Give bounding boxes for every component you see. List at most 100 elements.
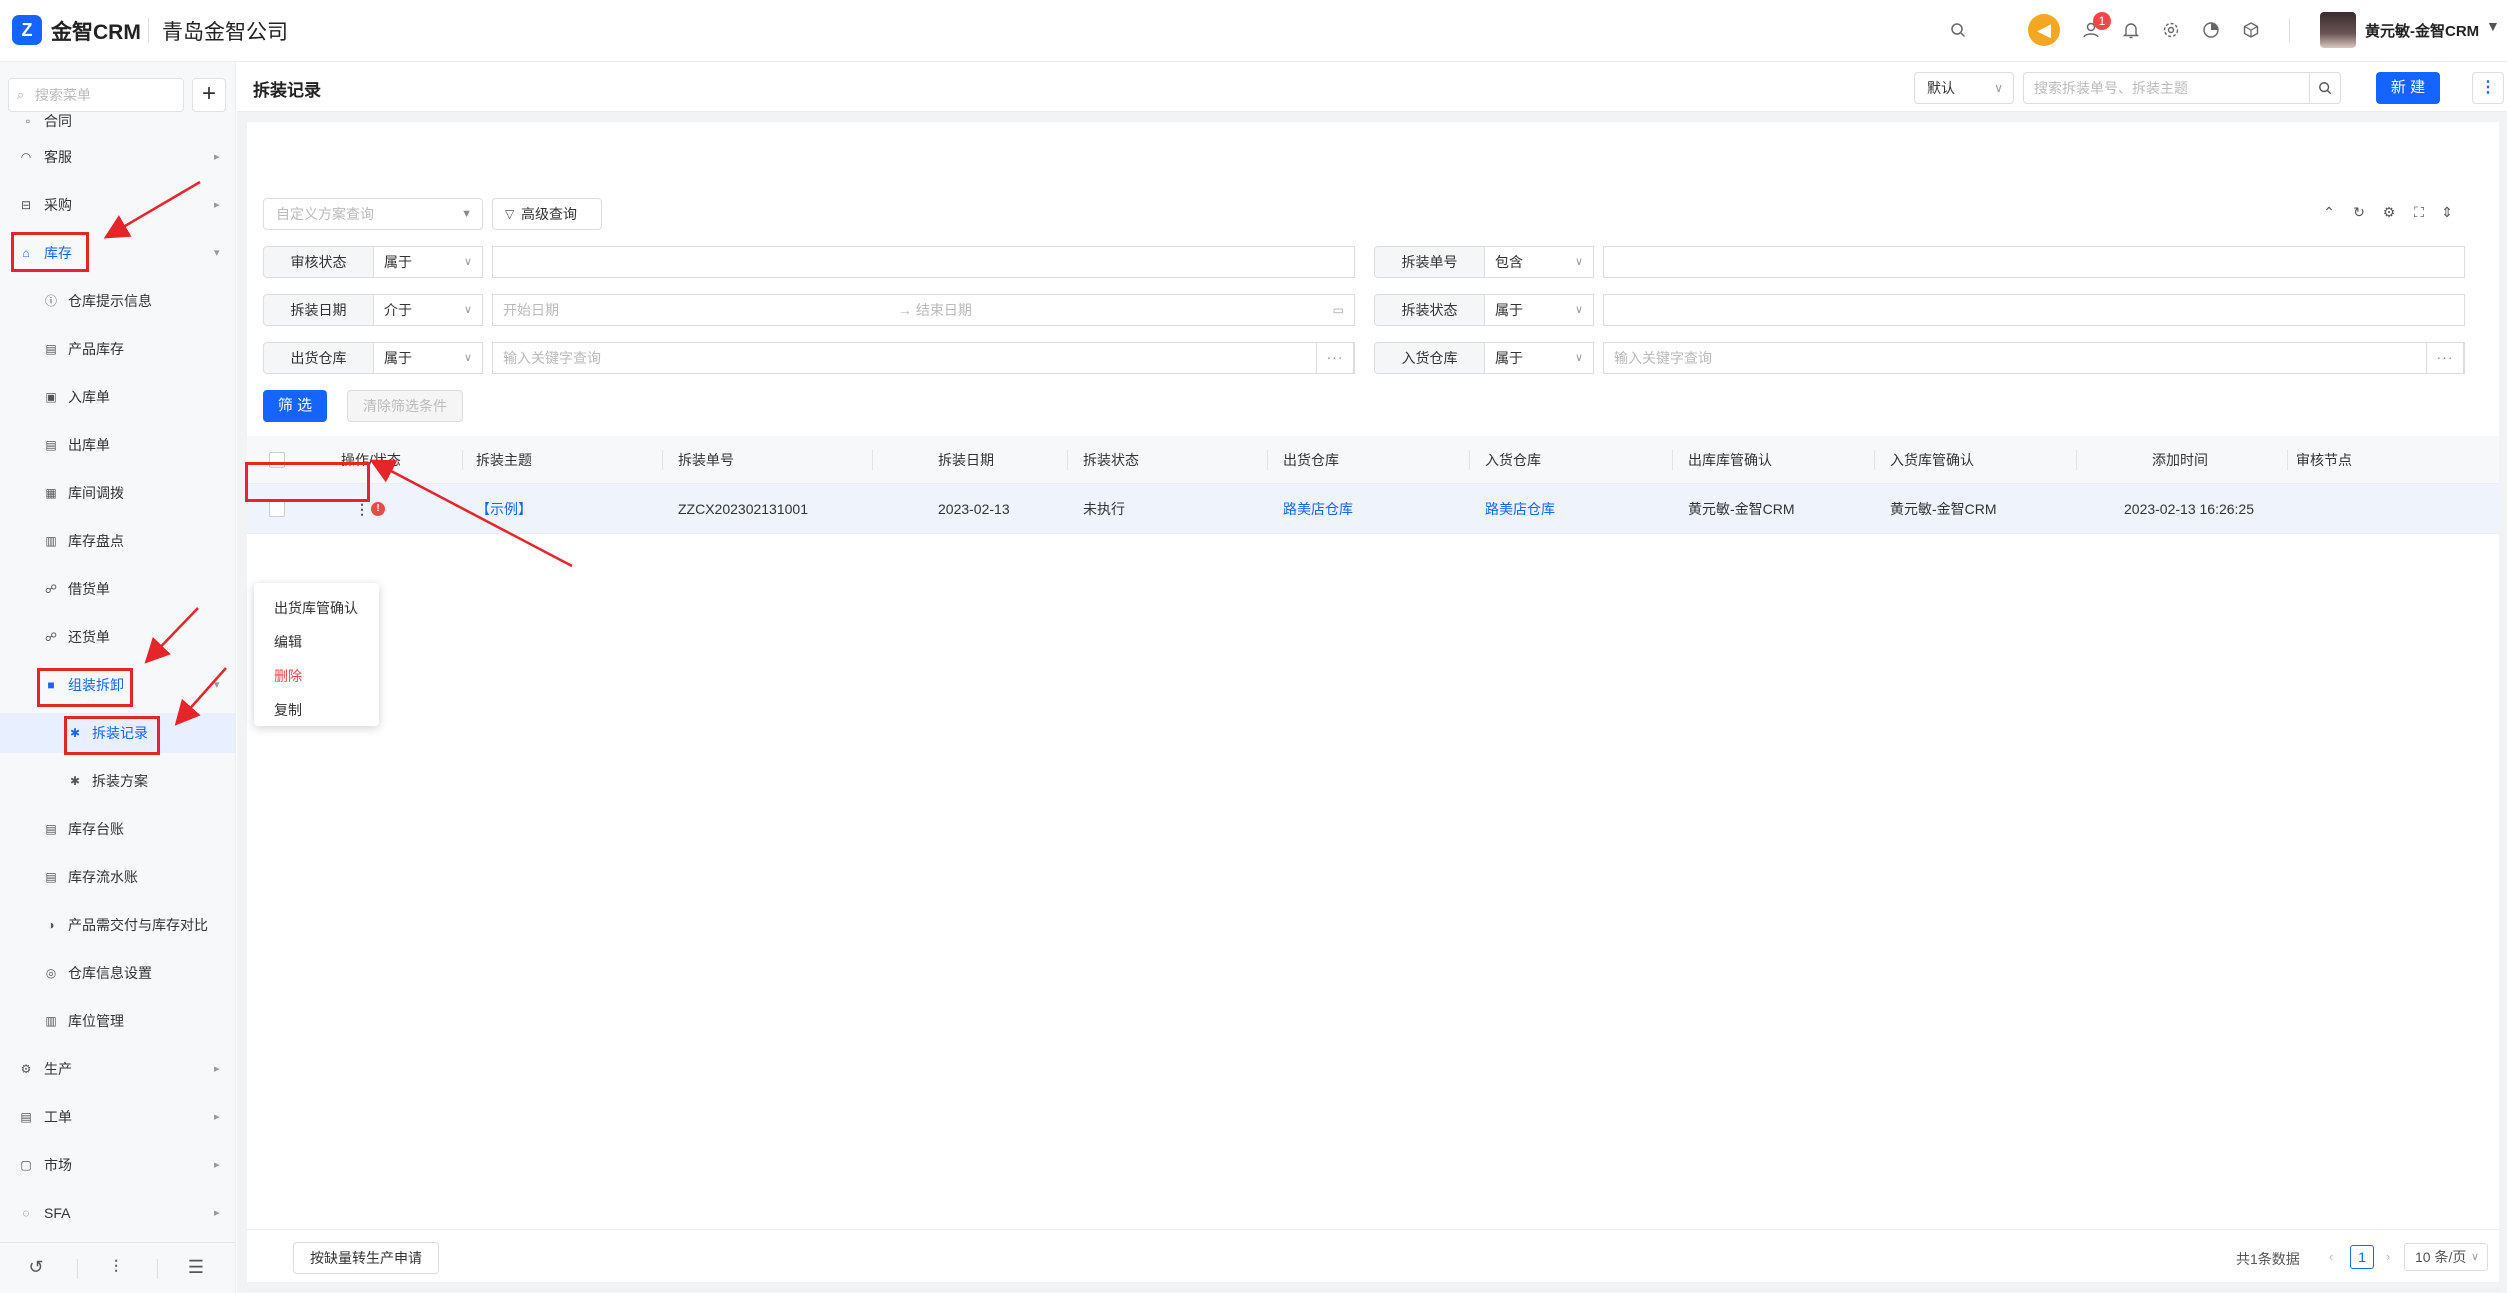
filter-value-audit-status[interactable]	[492, 246, 1355, 278]
scheme-select[interactable]: 自定义方案查询 ▼	[263, 198, 483, 230]
filter-op-date[interactable]: 介于 ∨	[373, 294, 483, 326]
pie-chart-icon[interactable]	[2197, 16, 2225, 44]
sidebar-item-label: 客服	[44, 149, 72, 165]
search-icon[interactable]	[1944, 16, 1972, 44]
sidebar-item-service[interactable]: ◠ 客服 ▸	[0, 137, 235, 177]
menu-item-copy[interactable]: 复制	[254, 693, 379, 727]
sidebar-item-warehouse-settings[interactable]: ◎ 仓库信息设置	[0, 953, 235, 993]
sidebar-item-market[interactable]: ▢ 市场 ▸	[0, 1145, 235, 1185]
sidebar-item-delivery-compare[interactable]: ◑ 产品需交付与库存对比	[0, 905, 235, 945]
collapse-up-icon[interactable]: ⌃	[2319, 204, 2339, 221]
filter-op-in-warehouse[interactable]: 属于 ∨	[1484, 342, 1594, 374]
sidebar-item-assembly[interactable]: ■ 组装拆卸 ▾	[0, 665, 235, 705]
menu-item-out-confirm[interactable]: 出货库管确认	[254, 591, 379, 625]
filter-value-number[interactable]	[1603, 246, 2465, 278]
cell-subject[interactable]: 【示例】	[476, 484, 532, 534]
sidebar-item-outbound[interactable]: ▤ 出库单	[0, 425, 235, 465]
col-status[interactable]: 拆装状态	[1083, 436, 1139, 484]
new-button[interactable]: 新 建	[2376, 72, 2440, 104]
col-number[interactable]: 拆装单号	[678, 436, 734, 484]
sidebar-item-stocktake[interactable]: ▥ 库存盘点	[0, 521, 235, 561]
sidebar-item-stock-journal[interactable]: ▤ 库存流水账	[0, 857, 235, 897]
date-range-picker[interactable]: 开始日期 → 结束日期 ▭	[492, 294, 1355, 326]
select-all-checkbox[interactable]	[269, 452, 285, 468]
bell-icon[interactable]	[2117, 16, 2145, 44]
menu-collapse-icon[interactable]: ☰	[184, 1257, 208, 1278]
search-icon[interactable]	[2309, 72, 2341, 104]
sidebar-item-inbound[interactable]: ▣ 入库单	[0, 377, 235, 417]
filter-value-in-warehouse[interactable]: 输入关键字查询 ···	[1603, 342, 2465, 374]
user-name[interactable]: 黄元敏-金智CRM	[2365, 20, 2479, 41]
page-number[interactable]: 1	[2350, 1245, 2374, 1269]
filter-op-number[interactable]: 包含 ∨	[1484, 246, 1594, 278]
chevron-down-icon[interactable]: ▼	[2486, 18, 2500, 34]
sliders-icon[interactable]: ⫶	[104, 1257, 128, 1278]
sidebar-item-production[interactable]: ⚙ 生产 ▸	[0, 1049, 235, 1089]
sidebar-item-borrow[interactable]: ☍ 借货单	[0, 569, 235, 609]
filter-op-out-warehouse[interactable]: 属于 ∨	[373, 342, 483, 374]
sidebar-item-location-management[interactable]: ▥ 库位管理	[0, 1001, 235, 1041]
col-in-warehouse[interactable]: 入货仓库	[1485, 436, 1541, 484]
col-in-confirm[interactable]: 入货库管确认	[1890, 436, 1974, 484]
page-size-value: 10 条/页	[2415, 1249, 2467, 1265]
col-date[interactable]: 拆装日期	[938, 436, 994, 484]
page-titlebar: 拆装记录 默认 ∨ 搜索拆装单号、拆装主题 新 建 ⋮	[237, 62, 2507, 112]
filter-value-out-warehouse[interactable]: 输入关键字查询 ···	[492, 342, 1355, 374]
sidebar-item-purchase[interactable]: ⊟ 采购 ▸	[0, 185, 235, 225]
fullscreen-icon[interactable]: ⛶	[2409, 204, 2429, 221]
add-menu-button[interactable]: +	[192, 78, 226, 112]
col-added-time[interactable]: 添加时间	[2152, 436, 2208, 484]
sidebar-item-label: 工单	[44, 1109, 72, 1125]
sidebar-item-return[interactable]: ☍ 还货单	[0, 617, 235, 657]
sidebar-item-stock-ledger[interactable]: ▤ 库存台账	[0, 809, 235, 849]
view-select[interactable]: 默认 ∨	[1914, 72, 2014, 104]
sidebar-item-label: 库存台账	[68, 821, 124, 837]
row-actions-icon[interactable]: ⋮	[355, 484, 369, 534]
row-checkbox[interactable]	[269, 501, 285, 517]
prev-page-icon[interactable]: ‹	[2329, 1249, 2333, 1264]
column-height-icon[interactable]: ⇕	[2437, 204, 2457, 221]
menu-search-input[interactable]: ⌕ 搜索菜单	[8, 78, 184, 112]
sidebar-item-sfa[interactable]: ◌ SFA ▸	[0, 1193, 235, 1233]
record-search-input[interactable]: 搜索拆装单号、拆装主题	[2023, 72, 2309, 104]
menu-item-delete[interactable]: 删除	[254, 659, 379, 693]
col-subject[interactable]: 拆装主题	[476, 436, 532, 484]
sidebar-item-disassembly-records[interactable]: ✱ 拆装记录	[0, 713, 235, 753]
sidebar-item-inventory[interactable]: ⌂ 库存 ▾	[0, 233, 235, 273]
sidebar-item-product-stock[interactable]: ▤ 产品库存	[0, 329, 235, 369]
col-out-warehouse[interactable]: 出货仓库	[1283, 436, 1339, 484]
app-logo[interactable]: Z	[12, 15, 42, 45]
document-icon: ▤	[20, 1110, 32, 1124]
batch-convert-button[interactable]: 按缺量转生产申请	[293, 1242, 439, 1274]
filter-op-audit-status[interactable]: 属于 ∨	[373, 246, 483, 278]
filter-value-disassembly-status[interactable]	[1603, 294, 2465, 326]
avatar[interactable]	[2320, 12, 2356, 48]
sidebar-item-transfer[interactable]: ▦ 库间调拨	[0, 473, 235, 513]
refresh-icon[interactable]: ↻	[2349, 204, 2369, 221]
gear-icon[interactable]	[2157, 16, 2185, 44]
ellipsis-icon[interactable]: ···	[1316, 342, 1354, 374]
page-size-select[interactable]: 10 条/页 ∨	[2404, 1243, 2488, 1271]
filter-op-disassembly-status[interactable]: 属于 ∨	[1484, 294, 1594, 326]
col-out-confirm[interactable]: 出库库管确认	[1688, 436, 1772, 484]
table-row[interactable]: ⋮ ! 【示例】 ZZCX202302131001 2023-02-13 未执行…	[247, 484, 2499, 534]
sidebar-item-warehouse-tips[interactable]: ⓘ 仓库提示信息	[0, 281, 235, 321]
advanced-query-button[interactable]: ▽ 高级查询	[492, 198, 602, 230]
box-icon[interactable]	[2237, 16, 2265, 44]
cell-in-warehouse[interactable]: 路美店仓库	[1485, 484, 1555, 534]
broadcast-icon[interactable]: ◀	[2028, 14, 2060, 46]
col-audit-node[interactable]: 审核节点	[2296, 436, 2352, 484]
cell-out-warehouse[interactable]: 路美店仓库	[1283, 484, 1353, 534]
menu-item-edit[interactable]: 编辑	[254, 625, 379, 659]
sidebar-item-workorder[interactable]: ▤ 工单 ▸	[0, 1097, 235, 1137]
more-options-button[interactable]: ⋮	[2472, 72, 2504, 104]
next-page-icon[interactable]: ›	[2386, 1249, 2390, 1264]
settings-icon[interactable]: ⚙	[2379, 204, 2399, 221]
ledger-icon: ▤	[45, 822, 57, 836]
sidebar-item-contract-clipped[interactable]: ▫ 合同	[0, 114, 235, 134]
clear-filter-button[interactable]: 清除筛选条件	[347, 390, 463, 422]
history-icon[interactable]: ↺	[24, 1257, 48, 1278]
sidebar-item-disassembly-plans[interactable]: ✱ 拆装方案	[0, 761, 235, 801]
ellipsis-icon[interactable]: ···	[2426, 342, 2464, 374]
filter-button[interactable]: 筛 选	[263, 390, 327, 422]
